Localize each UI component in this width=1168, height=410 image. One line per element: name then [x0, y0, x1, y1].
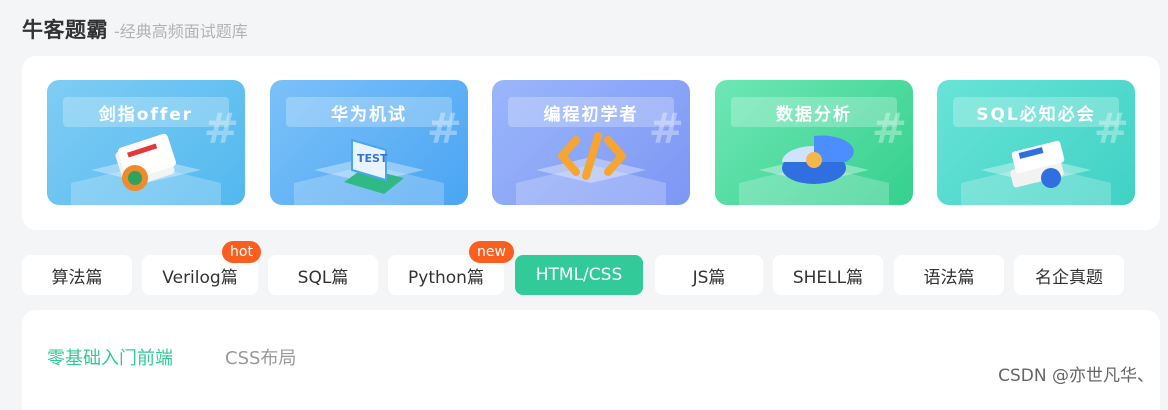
tab-shell[interactable]: SHELL篇: [773, 255, 883, 295]
pie-chart-icon: [782, 135, 854, 184]
category-cards-panel: # 剑指offer # 华为机试 TEST # 编程初学者 # 数据分析 # S…: [22, 56, 1160, 230]
page-title: 牛客题霸: [22, 18, 108, 42]
subtab-css-layout[interactable]: CSS布局: [225, 344, 296, 370]
card-sql-must-know[interactable]: # SQL必知必会: [937, 80, 1135, 205]
card-data-analysis[interactable]: # 数据分析: [715, 80, 913, 205]
card-jianzhi-offer[interactable]: # 剑指offer: [47, 80, 245, 205]
tab-html-css[interactable]: HTML/CSS: [515, 255, 643, 295]
tab-sql[interactable]: SQL篇: [268, 255, 378, 295]
svg-text:TEST: TEST: [357, 152, 388, 165]
new-badge: new: [469, 241, 514, 263]
content-panel: 零基础入门前端 CSS布局: [22, 310, 1160, 410]
tab-algorithm[interactable]: 算法篇: [22, 255, 132, 295]
csdn-watermark: CSDN @亦世凡华、: [998, 366, 1154, 386]
hot-badge: hot: [222, 241, 261, 263]
page-header: 牛客题霸 -经典高频面试题库: [22, 14, 248, 46]
laptop-icon: TEST: [344, 138, 404, 194]
book-stack-icon: [1010, 140, 1065, 188]
subtab-frontend-basics[interactable]: 零基础入门前端: [47, 344, 173, 370]
book-icon: [115, 133, 176, 191]
card-huawei-test[interactable]: # 华为机试 TEST: [270, 80, 468, 205]
page-subtitle: -经典高频面试题库: [114, 22, 248, 41]
tab-company-questions[interactable]: 名企真题: [1014, 255, 1124, 295]
tab-js[interactable]: JS篇: [655, 255, 763, 295]
card-beginner-programming[interactable]: # 编程初学者: [492, 80, 690, 205]
tab-grammar[interactable]: 语法篇: [894, 255, 1004, 295]
code-icon: [558, 132, 626, 180]
